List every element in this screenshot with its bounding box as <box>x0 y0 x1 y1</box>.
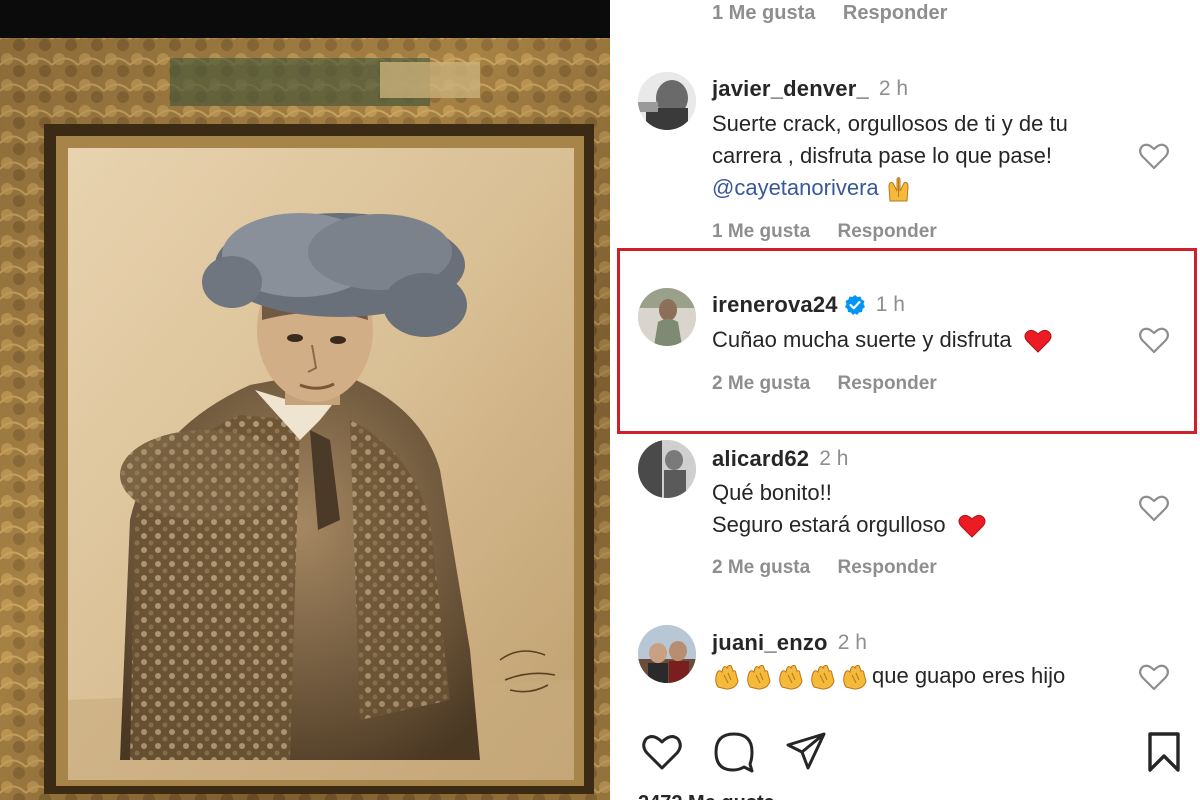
previous-reply-link[interactable]: Responder <box>843 2 947 24</box>
comment-text: Cuñao mucha suerte y disfruta <box>712 324 1052 356</box>
avatar[interactable] <box>638 625 696 683</box>
comment-username[interactable]: javier_denver_ <box>712 76 869 102</box>
red-heart-emoji <box>958 515 986 538</box>
share-button[interactable] <box>784 730 828 774</box>
like-comment-button[interactable] <box>1138 662 1170 692</box>
reply-link[interactable]: Responder <box>837 373 936 394</box>
like-comment-button[interactable] <box>1138 493 1170 523</box>
post-likes-count[interactable]: 2472 Me gusta <box>638 792 775 800</box>
comment-time: 1 h <box>875 293 905 316</box>
praising-hands-emoji <box>888 177 909 202</box>
comment-line: Cuñao mucha suerte y disfruta <box>712 327 1012 352</box>
save-button[interactable] <box>1142 730 1186 774</box>
heart-icon <box>1139 143 1169 170</box>
comment-time: 2 h <box>878 77 909 100</box>
verified-icon <box>844 295 865 315</box>
comment-actions: 2 Me gusta Responder <box>712 557 959 579</box>
avatar[interactable] <box>638 440 696 498</box>
comment-text: que guapo eres hijo <box>712 660 1065 692</box>
bookmark-icon <box>1148 732 1180 772</box>
clapping-hands-emoji <box>843 665 867 690</box>
comment-button[interactable] <box>712 730 756 774</box>
comment-line: carrera , disfruta pase lo que pase! <box>712 143 1052 168</box>
comment-line: Seguro estará orgulloso <box>712 512 946 537</box>
previous-likes-link[interactable]: 1 Me gusta <box>712 2 815 24</box>
comment-time: 2 h <box>837 631 867 654</box>
clapping-hands-emoji <box>811 665 835 690</box>
mention-link[interactable]: @cayetanorivera <box>712 175 879 200</box>
reply-link[interactable]: Responder <box>837 557 936 578</box>
comment-username[interactable]: juani_enzo <box>712 630 828 656</box>
heart-icon <box>1139 664 1169 691</box>
comment-line: Suerte crack, orgullosos de ti y de tu <box>712 111 1068 136</box>
comment-likes-link[interactable]: 2 Me gusta <box>712 373 810 394</box>
post-action-bar: 2472 Me gusta <box>610 700 1200 800</box>
avatar[interactable] <box>638 288 696 346</box>
comment-actions: 1 Me gusta Responder <box>712 221 959 243</box>
like-comment-button[interactable] <box>1138 141 1170 171</box>
like-comment-button[interactable] <box>1138 325 1170 355</box>
comment-icon <box>714 732 754 773</box>
previous-comment-actions: 1 Me gusta Responder <box>712 2 969 25</box>
comment-username[interactable]: alicard62 <box>712 446 809 472</box>
comments-panel: 1 Me gusta Responder javier_denver_ 2 h … <box>610 0 1200 800</box>
post-photo <box>0 0 610 800</box>
comment-username[interactable]: irenerova24 <box>712 292 838 318</box>
comment-text: Qué bonito!! Seguro estará orgulloso <box>712 477 986 541</box>
heart-icon <box>1139 327 1169 354</box>
comment-line: Qué bonito!! <box>712 480 832 505</box>
clapping-hands-emoji <box>747 665 771 690</box>
heart-icon <box>1139 495 1169 522</box>
avatar[interactable] <box>638 72 696 130</box>
comment-text: Suerte crack, orgullosos de ti y de tu c… <box>712 108 1068 204</box>
comment-likes-link[interactable]: 2 Me gusta <box>712 557 810 578</box>
clapping-hands-emoji <box>715 665 739 690</box>
reply-link[interactable]: Responder <box>837 221 936 242</box>
comment-likes-link[interactable]: 1 Me gusta <box>712 221 810 242</box>
like-post-button[interactable] <box>640 730 684 774</box>
red-heart-emoji <box>1024 330 1052 353</box>
heart-icon <box>642 735 682 770</box>
comment-actions: 2 Me gusta Responder <box>712 373 959 395</box>
share-icon <box>786 732 826 770</box>
comment-time: 2 h <box>819 447 849 470</box>
clapping-hands-emoji <box>779 665 803 690</box>
comment-line: que guapo eres hijo <box>872 663 1066 688</box>
